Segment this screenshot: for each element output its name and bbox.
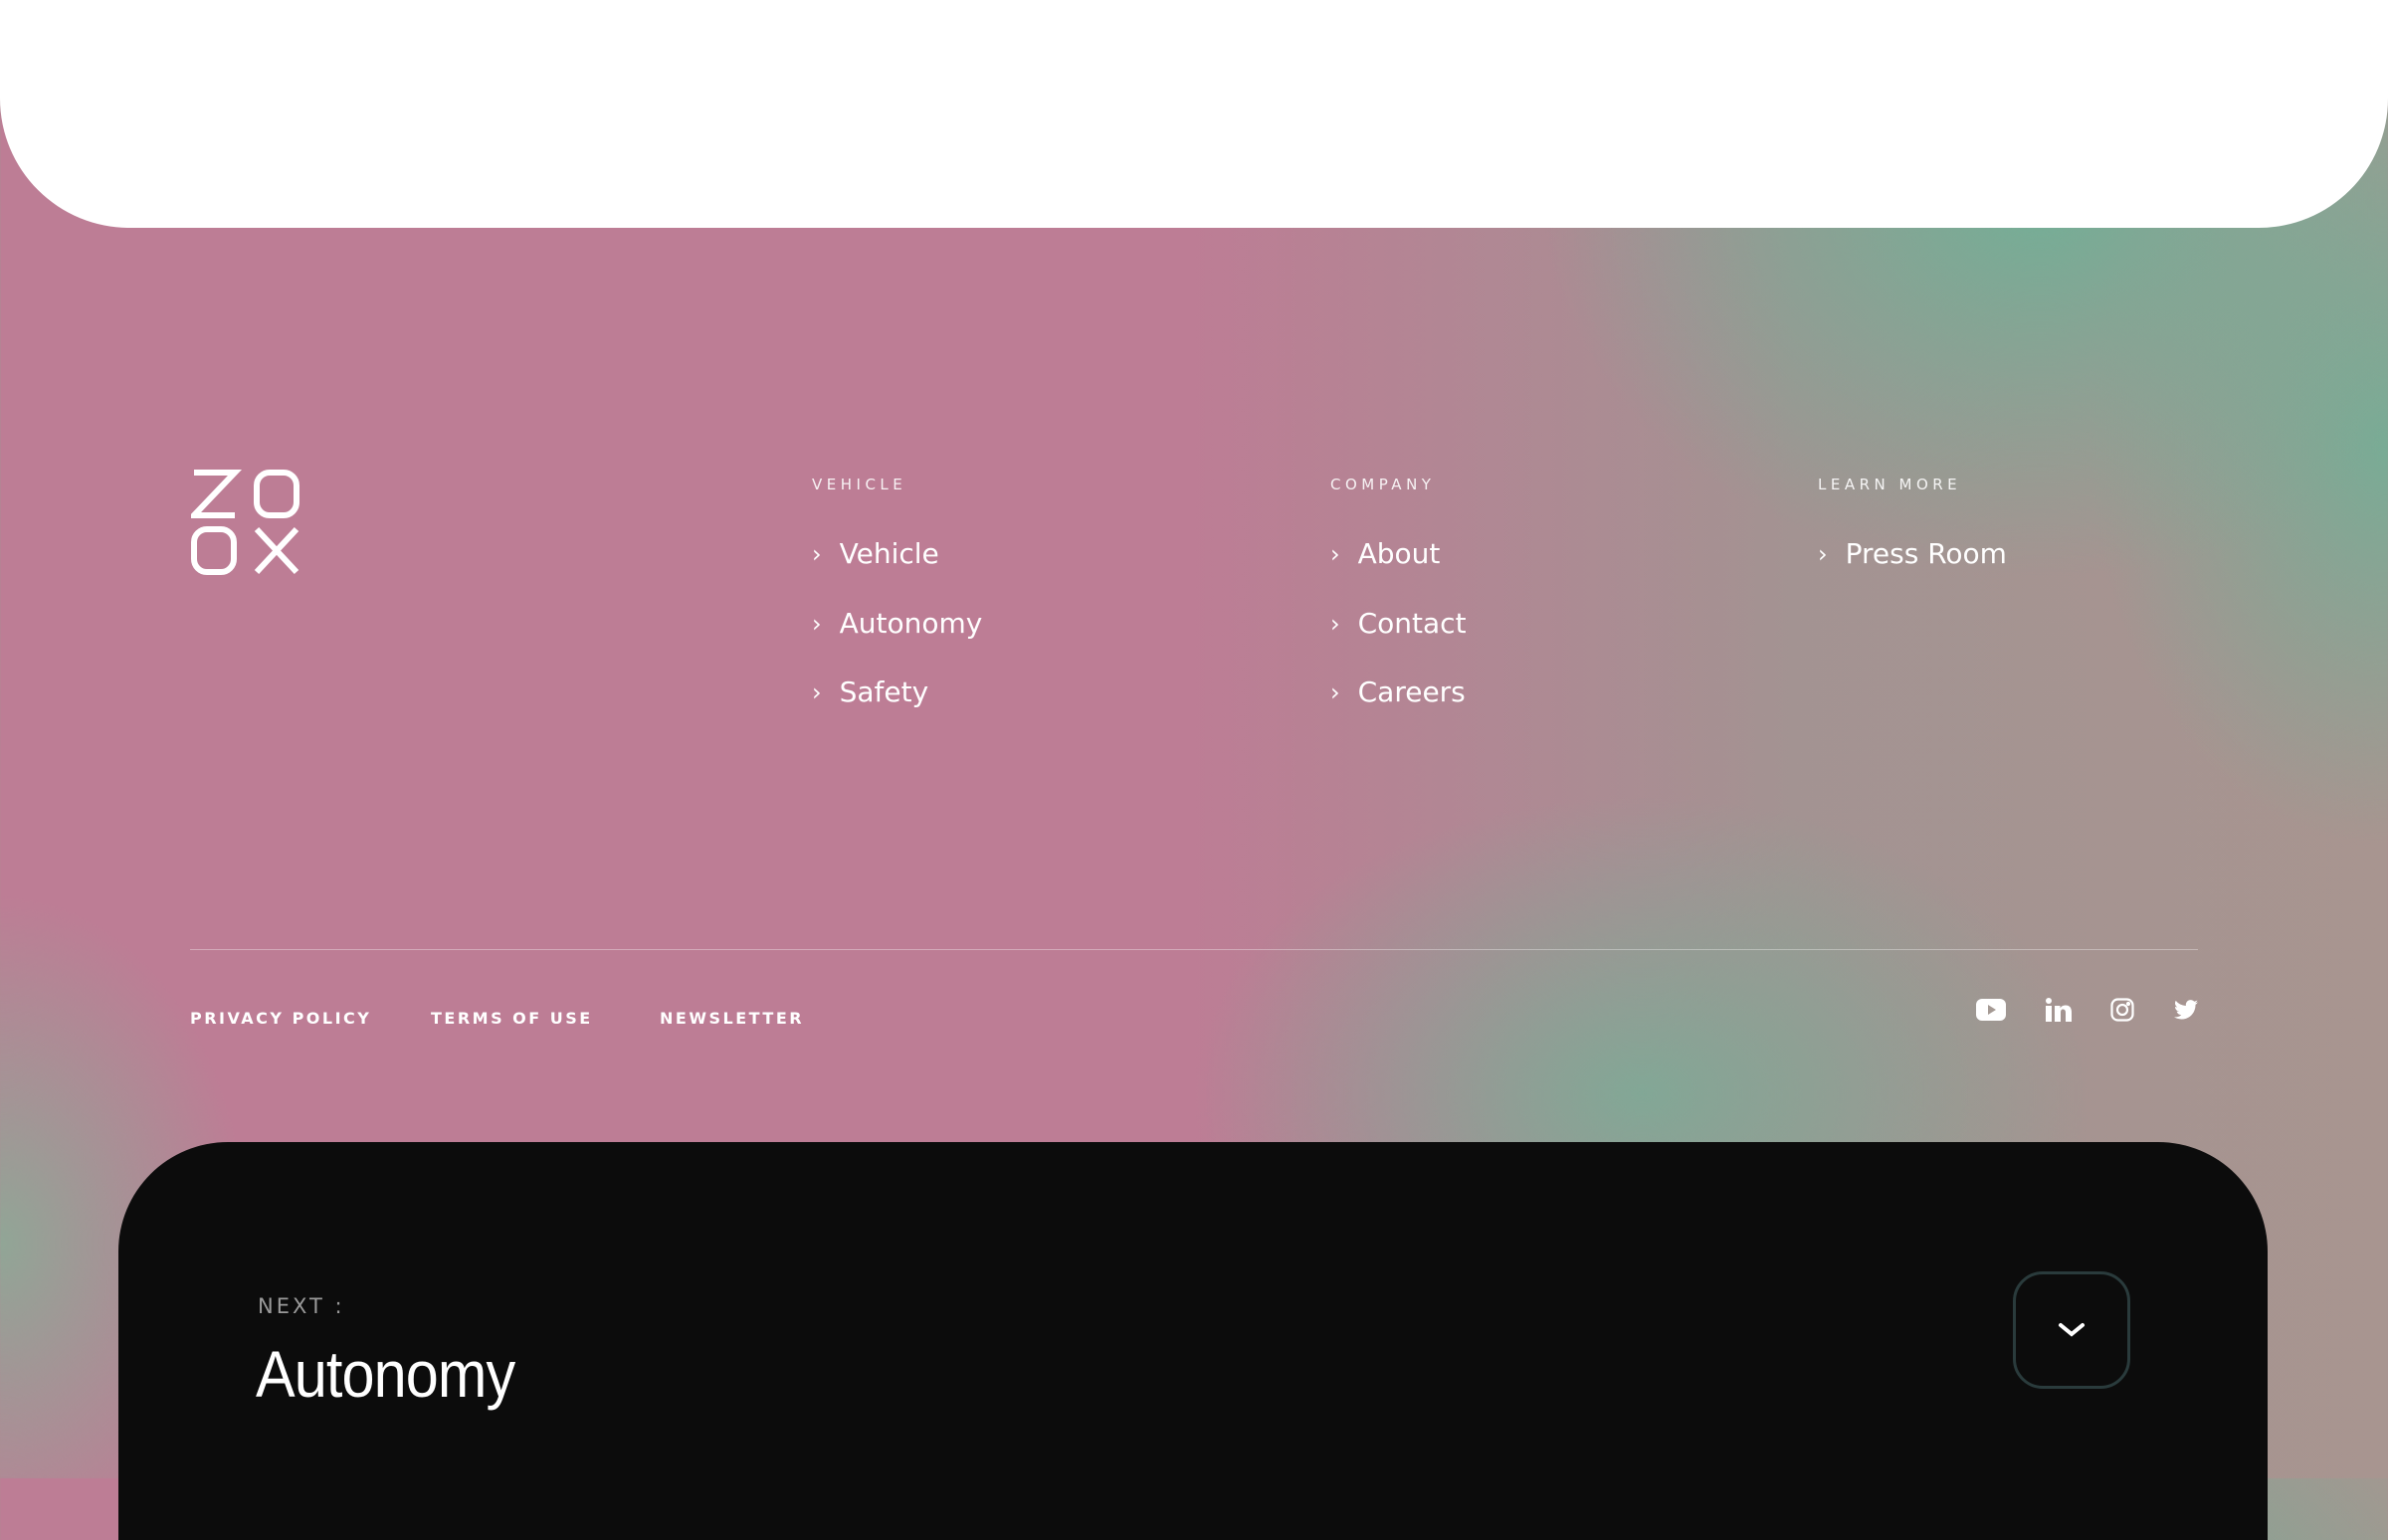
chevron-right-icon: › <box>812 609 822 638</box>
link-label: Careers <box>1357 675 1466 708</box>
chevron-right-icon: › <box>1818 539 1828 568</box>
footer-link-vehicle[interactable]: › Vehicle <box>812 537 939 570</box>
footer-column-vehicle: VEHICLE › Vehicle › Autonomy › Safety <box>812 476 982 708</box>
link-label: Press Room <box>1845 537 2007 570</box>
link-label: Safety <box>839 675 929 708</box>
footer-link-careers[interactable]: › Careers <box>1330 675 1466 708</box>
newsletter-link[interactable]: NEWSLETTER <box>660 1009 804 1028</box>
twitter-icon[interactable] <box>2171 997 2201 1023</box>
footer-divider <box>190 949 2198 950</box>
scroll-down-button[interactable] <box>2013 1271 2130 1389</box>
footer-link-safety[interactable]: › Safety <box>812 675 928 708</box>
link-label: Autonomy <box>839 607 983 640</box>
column-heading: COMPANY <box>1330 476 1436 493</box>
chevron-right-icon: › <box>812 539 822 568</box>
chevron-down-icon <box>2059 1323 2085 1337</box>
column-heading: LEARN MORE <box>1818 476 1962 493</box>
footer-link-about[interactable]: › About <box>1330 537 1440 570</box>
instagram-icon[interactable] <box>2107 997 2137 1023</box>
chevron-right-icon: › <box>1330 677 1340 706</box>
chevron-right-icon: › <box>812 677 822 706</box>
next-title[interactable]: Autonomy <box>256 1336 515 1412</box>
terms-of-use-link[interactable]: TERMS OF USE <box>431 1009 593 1028</box>
link-label: About <box>1357 537 1441 570</box>
link-label: Vehicle <box>839 537 939 570</box>
privacy-policy-link[interactable]: PRIVACY POLICY <box>190 1009 371 1028</box>
column-heading: VEHICLE <box>812 476 907 493</box>
footer-link-autonomy[interactable]: › Autonomy <box>812 607 982 640</box>
chevron-right-icon: › <box>1330 539 1340 568</box>
linkedin-icon[interactable] <box>2044 997 2074 1023</box>
zoox-logo[interactable] <box>191 468 300 577</box>
next-label: NEXT : <box>258 1294 345 1318</box>
footer-column-company: COMPANY › About › Contact › Careers <box>1330 476 1467 708</box>
link-label: Contact <box>1357 607 1467 640</box>
chevron-right-icon: › <box>1330 609 1340 638</box>
footer-link-contact[interactable]: › Contact <box>1330 607 1467 640</box>
footer-column-learn-more: LEARN MORE › Press Room <box>1818 476 2007 570</box>
footer-link-press-room[interactable]: › Press Room <box>1818 537 2007 570</box>
youtube-icon[interactable] <box>1976 997 2006 1023</box>
next-section-card[interactable]: NEXT : Autonomy <box>118 1142 2268 1540</box>
top-content-card <box>0 0 2388 228</box>
